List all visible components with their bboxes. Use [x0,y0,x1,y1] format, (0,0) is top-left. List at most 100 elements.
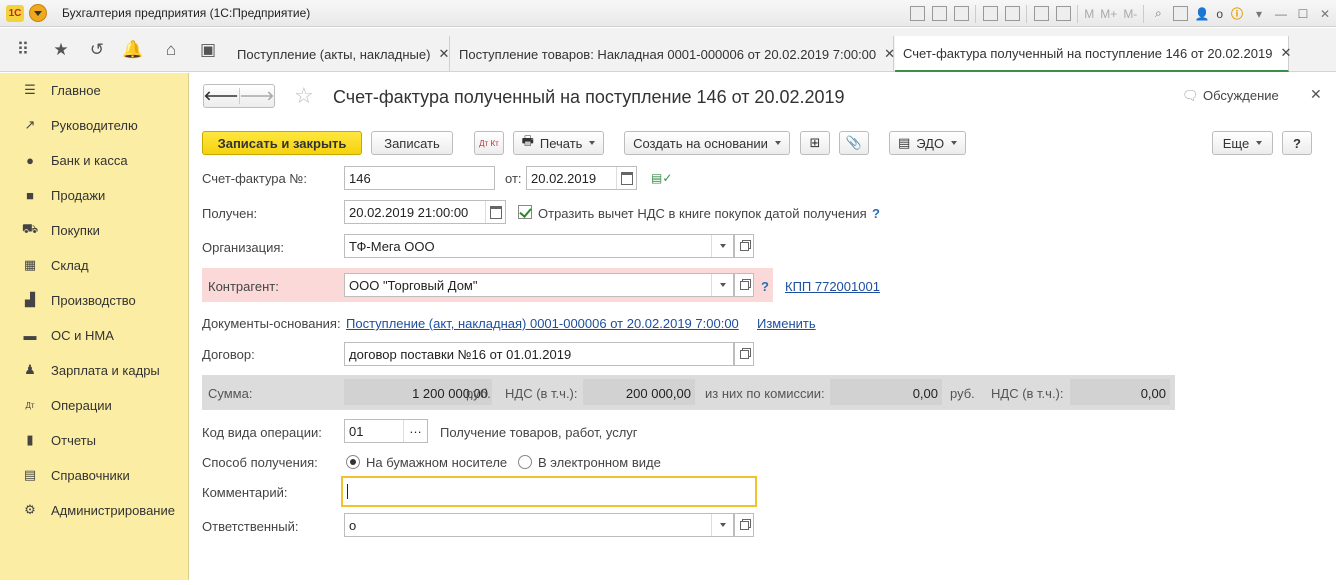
user-icon[interactable]: 👤 [1191,3,1213,25]
tab-invoice[interactable]: Счет-фактура полученный на поступление 1… [895,36,1291,72]
open-contract-icon[interactable] [734,342,754,366]
attachment-icon[interactable]: 📎 [839,131,869,155]
dropdown-icon[interactable] [711,514,733,536]
receipt-method-label: Способ получения: [202,455,318,470]
home-icon[interactable]: ⌂ [159,38,183,62]
sidebar-item-manager[interactable]: ↗ Руководителю [0,110,189,140]
sidebar-item-catalogs[interactable]: ▤ Справочники [0,460,189,490]
panel-icon[interactable] [1169,3,1191,25]
calendar-icon[interactable] [1052,3,1074,25]
help-button[interactable]: ? [1282,131,1312,155]
sidebar-item-production[interactable]: ▟ Производство [0,285,189,315]
close-window-icon[interactable]: ✕ [1314,3,1336,25]
truck-icon: ▬ [23,327,37,343]
save-and-close-button[interactable]: Записать и закрыть [202,131,362,155]
forward-arrow-icon[interactable]: 🡒 [240,88,275,104]
discussion-link[interactable]: Обсуждение [1203,88,1279,103]
close-form-icon[interactable]: ✕ [1310,86,1322,103]
favorite-star-icon[interactable]: ☆ [294,83,314,109]
print-icon[interactable] [928,3,950,25]
maximize-icon[interactable]: ☐ [1292,3,1314,25]
sidebar-item-reports[interactable]: ▮ Отчеты [0,425,189,455]
structure-icon[interactable]: ⊞ [800,131,830,155]
calendar-icon[interactable] [485,201,505,223]
memory-minus-button[interactable]: M- [1120,7,1140,21]
minimize-icon[interactable]: — [1270,3,1292,25]
basis-document-link[interactable]: Поступление (акт, накладная) 0001-000006… [346,316,739,331]
back-arrow-icon[interactable]: 🡐 [204,88,240,104]
sidebar-item-admin[interactable]: ⚙ Администрирование [0,495,189,525]
tab-receipts-list[interactable]: Поступление (акты, накладные) ✕ [229,36,450,72]
printer-icon: 🖶 [521,133,534,148]
text-cursor [347,484,348,499]
responsible-input[interactable]: о [344,513,734,537]
vat-label: НДС (в т.ч.): [505,386,578,401]
calendar-icon[interactable] [616,167,636,189]
more-button[interactable]: Еще [1212,131,1273,155]
star-icon[interactable]: ★ [49,38,73,62]
open-windows-icon[interactable]: ▣ [196,38,220,62]
close-icon[interactable]: ✕ [884,46,895,62]
sum-label: Сумма: [208,386,253,401]
upload-icon[interactable] [979,3,1001,25]
sidebar-item-bank[interactable]: ● Банк и касса [0,145,189,175]
sidebar-item-operations[interactable]: Дт Операции [0,390,189,420]
dt-kt-button[interactable]: Дт Кт [474,131,504,155]
save-button[interactable]: Записать [371,131,453,155]
apps-grid-icon[interactable]: ⠿ [11,38,35,62]
counterparty-help[interactable]: ? [761,279,769,294]
close-icon[interactable]: ✕ [1280,45,1291,61]
paper-radio[interactable] [346,455,360,469]
vat-deduction-label: Отразить вычет НДС в книге покупок датой… [538,206,867,221]
vat2-amount: 0,00 [1140,386,1166,401]
memory-button[interactable]: M [1081,7,1097,21]
open-counterparty-icon[interactable] [734,273,754,297]
app-logo: 1С [6,5,24,22]
info-icon[interactable]: ⓘ [1226,3,1248,25]
preview-icon[interactable] [950,3,972,25]
invoice-number-input[interactable]: 146 [344,166,495,190]
history-icon[interactable]: ↺ [85,38,109,62]
operation-code-label: Код вида операции: [202,425,322,440]
electronic-radio[interactable] [518,455,532,469]
sidebar-item-sales[interactable]: ■ Продажи [0,180,189,210]
tabs-bar: ⠿ ★ ↺ 🔔 ⌂ ▣ Поступление (акты, накладные… [0,28,1336,72]
received-datetime-input[interactable]: 20.02.2019 21:00:00 [344,200,506,224]
select-ellipsis-button[interactable]: … [403,420,427,442]
bell-icon[interactable]: 🔔 [121,38,145,62]
tab-goods-receipt[interactable]: Поступление товаров: Накладная 0001-0000… [451,36,895,72]
zoom-icon[interactable]: ⌕ [1147,3,1169,25]
discussion-icon[interactable]: 🗨 [1182,88,1199,104]
open-organization-icon[interactable] [734,234,754,258]
vat-deduction-help[interactable]: ? [872,206,880,221]
counterparty-input[interactable]: ООО "Торговый Дом" [344,273,734,297]
sidebar-item-purchases[interactable]: ⛟ Покупки [0,215,189,245]
dropdown-icon[interactable] [711,235,733,257]
title-bar: 1С Бухгалтерия предприятия (1С:Предприят… [0,0,1336,27]
operation-code-input[interactable]: 01 … [344,419,428,443]
dropdown-icon[interactable] [711,274,733,296]
sidebar-item-warehouse[interactable]: ▦ Склад [0,250,189,280]
sidebar-item-main[interactable]: ☰ Главное [0,75,189,105]
calculator-icon[interactable] [1030,3,1052,25]
create-based-on-button[interactable]: Создать на основании [624,131,790,155]
kpp-link[interactable]: КПП 772001001 [785,279,880,294]
organization-input[interactable]: ТФ-Мега ООО [344,234,734,258]
memory-plus-button[interactable]: M+ [1097,7,1120,21]
sidebar-item-payroll[interactable]: ♟ Зарплата и кадры [0,355,189,385]
sidebar-item-assets[interactable]: ▬ ОС и НМА [0,320,189,350]
change-link[interactable]: Изменить [757,316,816,331]
chevron-down-icon[interactable]: ▾ [1248,3,1270,25]
comment-input[interactable] [342,477,756,506]
vat-deduction-checkbox[interactable] [518,205,532,219]
main-menu-button[interactable] [29,4,47,22]
journal-check-icon[interactable]: ▤✓ [651,171,672,185]
print-button[interactable]: 🖶 Печать [513,131,604,155]
open-responsible-icon[interactable] [734,513,754,537]
invoice-date-input[interactable]: 20.02.2019 [526,166,637,190]
invoice-number-label: Счет-фактура №: [202,171,307,186]
edo-button[interactable]: ▤ ЭДО [889,131,966,155]
save-icon[interactable] [906,3,928,25]
close-icon[interactable]: ✕ [438,46,449,62]
link-icon[interactable] [1001,3,1023,25]
